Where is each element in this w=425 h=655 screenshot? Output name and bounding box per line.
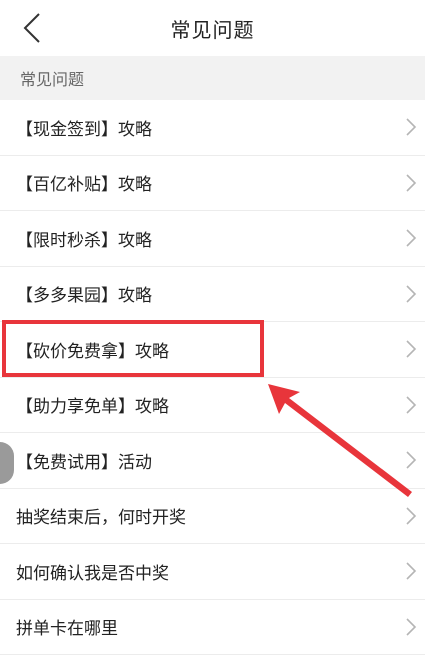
- faq-item-orchard[interactable]: 【多多果园】攻略: [0, 267, 425, 323]
- chevron-right-icon: [405, 285, 417, 303]
- chevron-right-icon: [405, 174, 417, 192]
- faq-list: 【现金签到】攻略 【百亿补贴】攻略 【限时秒杀】攻略 【多多果园】攻略 【砍价免…: [0, 100, 425, 655]
- faq-item-label: 【免费试用】活动: [16, 448, 152, 473]
- faq-item-lottery-time[interactable]: 抽奖结束后，何时开奖: [0, 489, 425, 545]
- faq-item-subsidy[interactable]: 【百亿补贴】攻略: [0, 156, 425, 212]
- section-title: 常见问题: [20, 66, 84, 90]
- faq-item-group-card[interactable]: 拼单卡在哪里: [0, 600, 425, 655]
- highlight-box: [2, 320, 264, 377]
- chevron-right-icon: [405, 507, 417, 525]
- chevron-right-icon: [405, 451, 417, 469]
- faq-item-label: 【百亿补贴】攻略: [16, 170, 152, 195]
- faq-item-flash-sale[interactable]: 【限时秒杀】攻略: [0, 211, 425, 267]
- chevron-right-icon: [405, 118, 417, 136]
- faq-item-label: 【现金签到】攻略: [16, 115, 152, 140]
- faq-item-free-order[interactable]: 【助力享免单】攻略: [0, 378, 425, 434]
- faq-item-label: 拼单卡在哪里: [16, 614, 118, 639]
- chevron-right-icon: [405, 396, 417, 414]
- faq-item-free-trial[interactable]: 【免费试用】活动: [0, 433, 425, 489]
- faq-item-label: 【助力享免单】攻略: [16, 392, 169, 417]
- back-button[interactable]: [14, 10, 50, 46]
- faq-item-label: 如何确认我是否中奖: [16, 559, 169, 584]
- chevron-left-icon: [22, 12, 42, 44]
- top-nav-bar: 常见问题: [0, 0, 425, 56]
- chevron-right-icon: [405, 229, 417, 247]
- faq-item-cash-checkin[interactable]: 【现金签到】攻略: [0, 100, 425, 156]
- faq-item-label: 抽奖结束后，何时开奖: [16, 503, 186, 528]
- chevron-right-icon: [405, 340, 417, 358]
- chevron-right-icon: [405, 618, 417, 636]
- faq-item-label: 【多多果园】攻略: [16, 281, 152, 306]
- chevron-right-icon: [405, 562, 417, 580]
- faq-item-check-win[interactable]: 如何确认我是否中奖: [0, 544, 425, 600]
- faq-item-label: 【限时秒杀】攻略: [16, 226, 152, 251]
- page-title: 常见问题: [171, 14, 255, 43]
- section-header: 常见问题: [0, 56, 425, 100]
